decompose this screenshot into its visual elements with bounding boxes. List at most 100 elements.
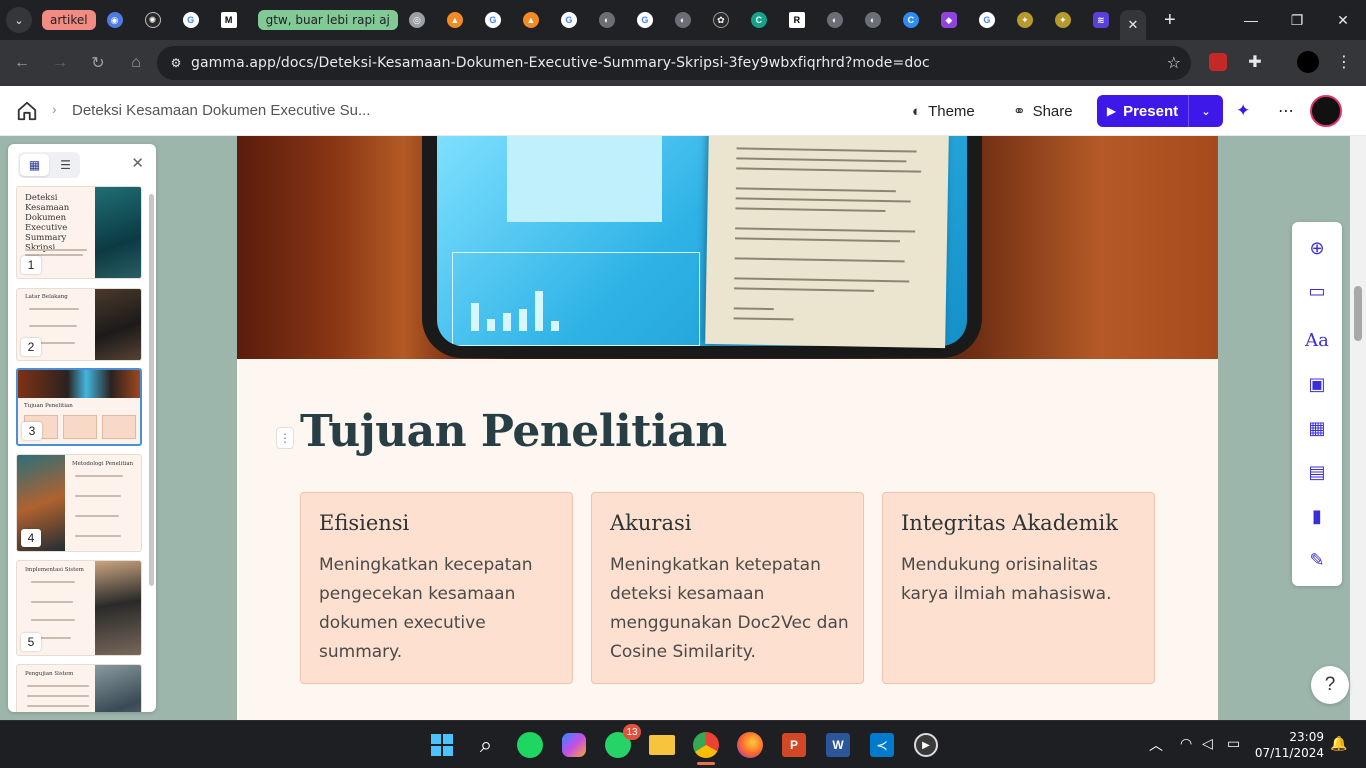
- tab-favicon-location[interactable]: ◉: [96, 0, 134, 40]
- notification-bell-icon[interactable]: 🔔: [1330, 735, 1347, 752]
- edit-icon[interactable]: ✎: [1305, 548, 1329, 572]
- list-view-icon[interactable]: ☰: [51, 152, 80, 178]
- home-icon[interactable]: ⌂: [118, 45, 154, 81]
- firefox-icon[interactable]: [735, 730, 765, 760]
- home-icon[interactable]: [16, 100, 38, 122]
- tray-overflow-icon[interactable]: ︿: [1149, 735, 1163, 755]
- tab-favicon-canva[interactable]: C: [892, 0, 930, 40]
- slide-thumbnail-2[interactable]: Latar Belakang 2: [16, 288, 142, 361]
- slide-number: 3: [22, 422, 42, 440]
- slide-thumbnail-3-current[interactable]: Tujuan Penelitian 3: [16, 368, 142, 446]
- slide-thumbnail-4[interactable]: Metodologi Penelitian 4: [16, 454, 142, 552]
- chrome-icon[interactable]: [691, 730, 721, 760]
- tab-favicon-globe-2[interactable]: ◐: [664, 0, 702, 40]
- extension-red-icon[interactable]: [1206, 50, 1230, 74]
- image-icon[interactable]: ▣: [1305, 372, 1329, 396]
- page-scrollbar[interactable]: [1350, 136, 1366, 720]
- tab-favicon-google[interactable]: G: [172, 0, 210, 40]
- present-button[interactable]: ▶ Present ⌄: [1097, 95, 1223, 127]
- tab-favicon-researchgate[interactable]: R: [778, 0, 816, 40]
- restore-icon[interactable]: ❐: [1274, 0, 1320, 40]
- add-card-icon[interactable]: ⊕: [1305, 236, 1329, 260]
- more-options-icon[interactable]: ⋯: [1278, 96, 1294, 126]
- tab-favicon-google-3[interactable]: G: [550, 0, 588, 40]
- minimize-icon[interactable]: —: [1228, 0, 1274, 40]
- help-button[interactable]: ?: [1311, 666, 1349, 704]
- present-main[interactable]: ▶ Present: [1097, 95, 1189, 127]
- url-text[interactable]: gamma.app/docs/Deteksi-Kesamaan-Dokumen-…: [191, 55, 930, 71]
- extensions-puzzle-icon[interactable]: ✚: [1243, 50, 1267, 74]
- browser-toolbar: ← → ↻ ⌂ ⚙ gamma.app/docs/Deteksi-Kesamaa…: [0, 40, 1366, 86]
- tab-favicon-emblem[interactable]: ✦: [1006, 0, 1044, 40]
- goal-card-akurasi: Akurasi Meningkatkan ketepatan deteksi k…: [591, 492, 864, 684]
- tab-favicon-globe[interactable]: ◐: [588, 0, 626, 40]
- slides-scrollbar[interactable]: [149, 194, 154, 586]
- share-button[interactable]: ⚭ Share: [1013, 96, 1073, 126]
- slide-title: Metodologi Penelitian: [72, 461, 134, 467]
- tab-favicon-google-5[interactable]: G: [968, 0, 1006, 40]
- goal-card-integritas: Integritas Akademik Mendukung orisinalit…: [882, 492, 1155, 684]
- embed-icon[interactable]: ▤: [1305, 460, 1329, 484]
- tab-search-chevron-icon[interactable]: ⌄: [6, 7, 32, 33]
- windows-start-icon[interactable]: [427, 730, 457, 760]
- volume-icon[interactable]: ◁: [1202, 735, 1213, 752]
- tab-group-gtw[interactable]: gtw, buar lebi rapi aj: [257, 10, 398, 30]
- tab-group-artikel[interactable]: artikel: [42, 10, 96, 30]
- chevron-down-icon[interactable]: ⌄: [1189, 105, 1223, 118]
- slide-thumbnail-6[interactable]: Pengujian Sistem: [16, 664, 142, 712]
- tab-favicon-orange[interactable]: ▲: [436, 0, 474, 40]
- media-player-icon[interactable]: ▶: [911, 730, 941, 760]
- tab-favicon-teal[interactable]: C: [740, 0, 778, 40]
- doc-canvas: ⋮ Tujuan Penelitian Efisiensi Meningkatk…: [0, 136, 1350, 720]
- tab-favicon-medium[interactable]: M: [210, 0, 248, 40]
- ai-sparkle-icon[interactable]: ✦: [1236, 96, 1250, 126]
- forward-icon[interactable]: →: [42, 45, 78, 81]
- vscode-icon[interactable]: ≺: [867, 730, 897, 760]
- site-info-icon[interactable]: ⚙: [161, 56, 191, 70]
- tab-favicon-gamma[interactable]: ≋: [1082, 0, 1120, 40]
- system-clock[interactable]: 23:09 07/11/2024: [1254, 729, 1324, 761]
- text-style-icon[interactable]: Aa: [1305, 328, 1329, 352]
- new-tab-icon[interactable]: +: [1156, 6, 1184, 34]
- search-icon[interactable]: ⌕: [471, 730, 501, 760]
- tab-favicon-globe-3[interactable]: ◐: [816, 0, 854, 40]
- close-window-icon[interactable]: ✕: [1320, 0, 1366, 40]
- theme-button[interactable]: ◐ Theme: [912, 96, 975, 126]
- battery-icon[interactable]: ▭: [1227, 735, 1240, 752]
- card-title: Integritas Akademik: [901, 511, 1118, 535]
- user-avatar[interactable]: [1310, 95, 1342, 127]
- spotify-icon[interactable]: [515, 730, 545, 760]
- close-icon[interactable]: ✕: [131, 154, 144, 172]
- video-icon[interactable]: ▦: [1305, 416, 1329, 440]
- copilot-icon[interactable]: [559, 730, 589, 760]
- word-icon[interactable]: W: [823, 730, 853, 760]
- tab-favicon-chrome[interactable]: ◎: [398, 0, 436, 40]
- bookmark-star-icon[interactable]: ☆: [1167, 53, 1181, 73]
- tab-favicon-google-2[interactable]: G: [474, 0, 512, 40]
- breadcrumb[interactable]: Deteksi Kesamaan Dokumen Executive Su...: [72, 102, 370, 119]
- thumbnail-view-icon[interactable]: ▦: [20, 154, 49, 176]
- chart-icon[interactable]: ▮: [1305, 504, 1329, 528]
- address-bar[interactable]: ⚙ gamma.app/docs/Deteksi-Kesamaan-Dokume…: [157, 46, 1191, 80]
- slide-thumbnail-1[interactable]: Deteksi Kesamaan Dokumen Executive Summa…: [16, 186, 142, 279]
- tab-favicon-app[interactable]: ✿: [702, 0, 740, 40]
- powerpoint-icon[interactable]: P: [779, 730, 809, 760]
- file-explorer-icon[interactable]: [647, 730, 677, 760]
- tab-favicon-purple[interactable]: ◆: [930, 0, 968, 40]
- block-drag-handle-icon[interactable]: ⋮: [276, 427, 294, 449]
- back-icon[interactable]: ←: [4, 45, 40, 81]
- chrome-menu-icon[interactable]: ⋮: [1332, 50, 1356, 74]
- tab-favicon-openai[interactable]: ✺: [134, 0, 172, 40]
- layout-icon[interactable]: ▭: [1305, 279, 1329, 303]
- active-tab-close-icon[interactable]: ✕: [1119, 10, 1146, 40]
- whatsapp-icon[interactable]: 13: [603, 724, 641, 760]
- slide-number: 5: [21, 633, 41, 651]
- slide-thumbnail-5[interactable]: Implementasi Sistem 5: [16, 560, 142, 656]
- profile-avatar-icon[interactable]: [1296, 50, 1320, 74]
- wifi-icon[interactable]: ◠: [1180, 735, 1192, 752]
- reload-icon[interactable]: ↻: [80, 45, 116, 81]
- tab-favicon-google-4[interactable]: G: [626, 0, 664, 40]
- tab-favicon-emblem-2[interactable]: ✦: [1044, 0, 1082, 40]
- tab-favicon-orange-2[interactable]: ▲: [512, 0, 550, 40]
- tab-favicon-globe-4[interactable]: ◐: [854, 0, 892, 40]
